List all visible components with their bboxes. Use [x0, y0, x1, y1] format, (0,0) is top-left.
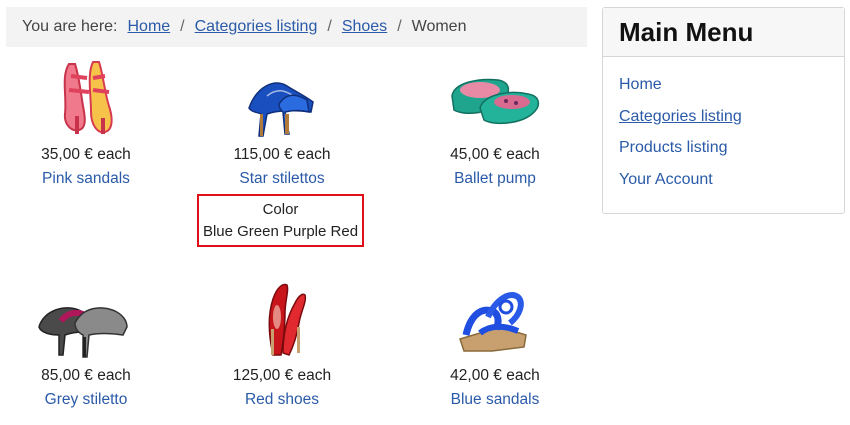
product-card: 85,00 € each Grey stiletto [1, 277, 171, 410]
product-link[interactable]: Blue sandals [451, 390, 540, 410]
color-attribute-box: Color Blue Green Purple Red [197, 194, 364, 247]
breadcrumb-separator: / [327, 18, 332, 35]
product-link[interactable]: Pink sandals [42, 169, 130, 189]
product-card: 35,00 € each Pink sandals [1, 56, 171, 189]
main-menu: Main Menu Home Categories listing Produc… [602, 7, 845, 214]
color-attribute-values: Blue Green Purple Red [202, 223, 359, 240]
blue-stiletto-image[interactable] [227, 56, 337, 138]
breadcrumb-current: Women [411, 18, 467, 35]
breadcrumb: You are here: Home / Categories listing … [6, 7, 587, 47]
ballet-pump-image[interactable] [440, 56, 550, 138]
menu-item-home[interactable]: Home [619, 76, 662, 93]
breadcrumb-shoes-link[interactable]: Shoes [342, 18, 387, 36]
product-card: 42,00 € each Blue sandals [410, 277, 580, 410]
main-menu-title: Main Menu [603, 8, 844, 57]
main-menu-list: Home Categories listing Products listing… [603, 57, 844, 190]
grey-stiletto-image[interactable] [31, 277, 141, 359]
product-price: 85,00 € each [41, 367, 131, 384]
menu-item-products-listing[interactable]: Products listing [619, 139, 728, 156]
product-price: 42,00 € each [450, 367, 540, 384]
menu-item-your-account[interactable]: Your Account [619, 171, 713, 188]
product-link[interactable]: Ballet pump [454, 169, 536, 189]
product-price: 125,00 € each [232, 367, 332, 384]
product-card: 45,00 € each Ballet pump [410, 56, 580, 189]
product-price: 35,00 € each [41, 146, 131, 163]
product-price: 45,00 € each [450, 146, 540, 163]
breadcrumb-lead: You are here: [22, 18, 118, 35]
product-card: 115,00 € each Star stilettos [197, 56, 367, 189]
breadcrumb-categories-link[interactable]: Categories listing [195, 18, 318, 36]
breadcrumb-home-link[interactable]: Home [127, 18, 170, 36]
product-link[interactable]: Star stilettos [239, 169, 324, 189]
breadcrumb-separator: / [180, 18, 185, 35]
product-price: 115,00 € each [233, 146, 331, 163]
blue-sandal-image[interactable] [440, 277, 550, 359]
color-attribute-label: Color [262, 201, 299, 218]
menu-item-categories-listing[interactable]: Categories listing [619, 108, 742, 125]
product-link[interactable]: Red shoes [245, 390, 319, 410]
breadcrumb-separator: / [397, 18, 402, 35]
product-card: 125,00 € each Red shoes [197, 277, 367, 410]
red-shoes-image[interactable] [227, 277, 337, 359]
product-link[interactable]: Grey stiletto [45, 390, 128, 410]
pink-sandal-image[interactable] [31, 56, 141, 138]
